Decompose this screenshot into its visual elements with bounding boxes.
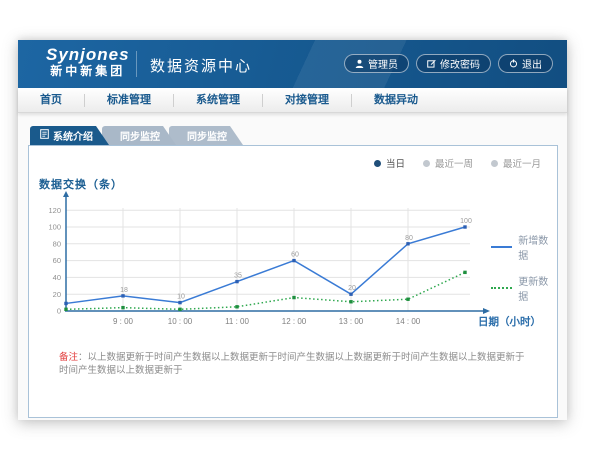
tab-label: 同步监控	[120, 128, 160, 143]
svg-text:100: 100	[48, 223, 61, 232]
nav-item-data-change[interactable]: 数据异动	[352, 94, 440, 107]
admin-user-label: 管理员	[368, 56, 398, 71]
nav-item-home[interactable]: 首页	[18, 94, 85, 107]
svg-text:0: 0	[57, 307, 61, 316]
svg-text:80: 80	[53, 239, 61, 248]
svg-text:日期（小时）: 日期（小时）	[478, 315, 541, 328]
svg-text:12 : 00: 12 : 00	[282, 317, 307, 326]
svg-text:120: 120	[48, 206, 61, 215]
svg-text:20: 20	[348, 285, 356, 292]
radio-label: 最近一月	[503, 156, 541, 170]
radio-label: 当日	[386, 156, 405, 170]
tab-sync-monitor-2[interactable]: 同步监控	[169, 126, 243, 145]
legend-item-updated-data: 更新数据	[491, 273, 557, 303]
legend-label: 更新数据	[518, 273, 557, 303]
svg-text:9 : 00: 9 : 00	[113, 317, 134, 326]
svg-text:18: 18	[120, 287, 128, 294]
svg-text:80: 80	[405, 235, 413, 242]
svg-text:40: 40	[53, 273, 61, 282]
tab-sync-monitor-1[interactable]: 同步监控	[102, 126, 176, 145]
green-line-swatch-icon	[491, 287, 512, 289]
svg-text:14 : 00: 14 : 00	[396, 317, 421, 326]
app-window: Synjones 新中新集团 数据资源中心 管理员 修改密码	[18, 40, 567, 420]
nav-item-standard-mgmt[interactable]: 标准管理	[85, 94, 174, 107]
page-title: 数据资源中心	[150, 55, 252, 76]
main-nav: 首页 标准管理 系统管理 对接管理 数据异动	[18, 88, 567, 113]
chart-legend: 新增数据 更新数据	[491, 232, 557, 303]
svg-text:100: 100	[460, 218, 472, 225]
svg-text:10: 10	[177, 294, 185, 301]
company-logo: Synjones 新中新集团	[46, 45, 130, 79]
tab-system-intro[interactable]: 系统介绍	[30, 126, 109, 145]
user-icon	[355, 59, 364, 68]
svg-text:20: 20	[53, 290, 61, 299]
tab-bar: 系统介绍 同步监控 同步监控	[30, 126, 567, 145]
logo-text-en: Synjones	[46, 45, 130, 64]
legend-item-new-data: 新增数据	[491, 232, 557, 262]
edit-icon	[427, 59, 436, 68]
radio-today[interactable]: 当日	[374, 156, 405, 170]
change-password-label: 修改密码	[440, 56, 480, 71]
legend-label: 新增数据	[518, 232, 557, 262]
radio-dot-icon	[423, 160, 430, 167]
change-password-button[interactable]: 修改密码	[416, 54, 491, 73]
radio-label: 最近一周	[435, 156, 473, 170]
logo-text-cn: 新中新集团	[46, 64, 130, 79]
chart-y-axis-title: 数据交换（条）	[39, 176, 123, 192]
content-panel: 当日 最近一周 最近一月 数据交换（条） 0 20 40 60 80 100 120 9 : …	[28, 145, 558, 418]
radio-dot-icon	[491, 160, 498, 167]
svg-text:10 : 00: 10 : 00	[168, 317, 193, 326]
blue-line-swatch-icon	[491, 246, 512, 248]
header-actions: 管理员 修改密码 退出	[344, 54, 553, 73]
header-divider	[136, 51, 137, 77]
admin-user-button[interactable]: 管理员	[344, 54, 409, 73]
radio-dot-icon	[374, 160, 381, 167]
svg-text:13 : 00: 13 : 00	[339, 317, 364, 326]
document-icon	[40, 129, 49, 142]
footer-note: 备注：以上数据更新于时间产生数据以上数据更新于时间产生数据以上数据更新于时间产生…	[59, 351, 529, 377]
svg-text:35: 35	[234, 273, 242, 280]
tab-label: 系统介绍	[53, 128, 93, 143]
page: Synjones 新中新集团 数据资源中心 管理员 修改密码	[0, 0, 600, 450]
nav-item-system-mgmt[interactable]: 系统管理	[174, 94, 263, 107]
tab-label: 同步监控	[187, 128, 227, 143]
nav-item-interface-mgmt[interactable]: 对接管理	[263, 94, 352, 107]
svg-text:11 : 00: 11 : 00	[225, 317, 249, 326]
power-icon	[509, 59, 518, 68]
logout-label: 退出	[522, 56, 542, 71]
logout-button[interactable]: 退出	[498, 54, 553, 73]
line-chart: 0 20 40 60 80 100 120 9 : 00 10 : 00 11 : 00 12 : …	[29, 191, 559, 336]
period-filter: 当日 最近一周 最近一月	[374, 156, 541, 170]
svg-text:60: 60	[291, 252, 299, 259]
app-header: Synjones 新中新集团 数据资源中心 管理员 修改密码	[18, 40, 567, 88]
note-prefix: 备注	[59, 352, 78, 363]
radio-last-month[interactable]: 最近一月	[491, 156, 541, 170]
radio-last-week[interactable]: 最近一周	[423, 156, 473, 170]
note-text: ：以上数据更新于时间产生数据以上数据更新于时间产生数据以上数据更新于时间产生数据…	[59, 352, 525, 376]
svg-text:60: 60	[53, 256, 61, 265]
